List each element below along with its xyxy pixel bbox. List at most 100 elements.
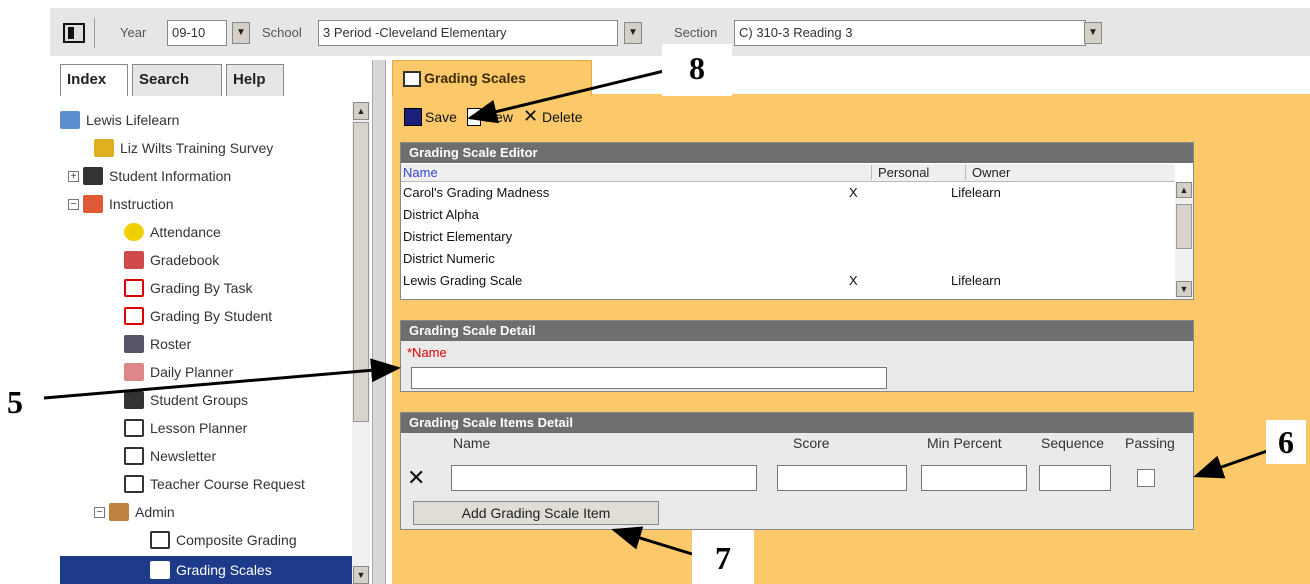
delete-x-icon: ✕ (522, 106, 539, 126)
pane-divider[interactable] (372, 60, 386, 584)
item-passing-checkbox[interactable] (1137, 469, 1155, 487)
year-select[interactable]: 09-10 (167, 20, 227, 46)
table-row[interactable]: District Numeric (403, 251, 1173, 269)
calendar-icon (124, 363, 144, 381)
editor-column-header: Name Personal Owner (401, 164, 1175, 182)
expand-icon[interactable]: + (68, 170, 79, 182)
year-label: Year (120, 25, 147, 40)
scroll-down-icon[interactable]: ▼ (353, 566, 369, 584)
tree-item-lesson-planner[interactable]: Lesson Planner (124, 416, 247, 440)
tree-item-teacher-course-request[interactable]: Teacher Course Request (124, 472, 305, 496)
column-personal[interactable]: Personal (871, 165, 929, 180)
action-bar: Save New ✕ Delete (404, 106, 593, 127)
callout-5: 5 (0, 380, 30, 420)
detail-title: Grading Scale Detail (401, 321, 1193, 341)
scrollbar-thumb[interactable] (1176, 204, 1192, 249)
pencil-note-icon (124, 447, 144, 465)
instruction-icon (83, 195, 103, 213)
roster-icon (124, 335, 144, 353)
tab-search[interactable]: Search (132, 64, 222, 96)
tree-item-grading-by-student[interactable]: Grading By Student (124, 304, 272, 328)
item-score-label: Score (793, 435, 830, 451)
item-name-label: Name (453, 435, 491, 451)
item-name-input[interactable] (451, 465, 757, 491)
grade-a-icon (124, 307, 144, 325)
item-score-input[interactable] (777, 465, 907, 491)
nav-scrollbar[interactable]: ▲ ▼ (352, 102, 370, 584)
new-button[interactable]: New (466, 107, 513, 126)
gradebook-icon (124, 251, 144, 269)
tree-item-grading-by-task[interactable]: Grading By Task (124, 276, 252, 300)
table-row[interactable]: District Elementary (403, 229, 1173, 247)
editor-title: Grading Scale Editor (401, 143, 1193, 163)
tree-item-daily-planner[interactable]: Daily Planner (124, 360, 233, 384)
navigation-tree: Lewis Lifelearn Liz Wilts Training Surve… (60, 102, 370, 584)
tab-index[interactable]: Index (60, 64, 128, 96)
item-sequence-label: Sequence (1041, 435, 1105, 451)
pencil-note-icon (150, 561, 170, 579)
section-dropdown-icon[interactable]: ▼ (1084, 22, 1102, 44)
scale-name-input[interactable] (411, 367, 887, 389)
name-label: *Name (407, 345, 447, 360)
delete-item-x-icon[interactable]: ✕ (407, 465, 425, 491)
editor-scrollbar[interactable]: ▲ ▼ (1175, 182, 1193, 299)
column-name[interactable]: Name (403, 165, 438, 180)
pencil-note-icon (124, 419, 144, 437)
admin-icon (109, 503, 129, 521)
scrollbar-thumb[interactable] (353, 122, 369, 422)
new-document-icon (466, 107, 481, 126)
table-row[interactable]: Lewis Grading Scale X Lifelearn (403, 273, 1173, 291)
toolbar-separator (94, 18, 95, 48)
school-label: School (262, 25, 302, 40)
section-label: Section (674, 25, 718, 40)
item-passing-label: Passing (1125, 435, 1175, 451)
tree-item-composite-grading[interactable]: Composite Grading (150, 528, 297, 552)
panel-toggle-icon[interactable] (63, 23, 85, 43)
school-dropdown-icon[interactable]: ▼ (624, 22, 642, 44)
callout-6: 6 (1266, 420, 1306, 464)
group-icon (124, 391, 144, 409)
tree-item-gradebook[interactable]: Gradebook (124, 248, 219, 272)
tab-help[interactable]: Help (226, 64, 284, 96)
collapse-icon[interactable]: − (94, 506, 105, 518)
tree-item-admin[interactable]: − Admin (94, 500, 175, 524)
district-icon (60, 111, 80, 129)
tree-item-attendance[interactable]: Attendance (124, 220, 221, 244)
items-title: Grading Scale Items Detail (401, 413, 1193, 433)
pencil-note-icon (403, 71, 421, 88)
callout-8: 8 (662, 44, 732, 96)
add-grading-scale-item-button[interactable]: Add Grading Scale Item (413, 501, 659, 525)
pencil-note-icon (150, 531, 170, 549)
sun-icon (124, 223, 144, 241)
table-row[interactable]: District Alpha (403, 207, 1173, 225)
grade-a-icon (124, 279, 144, 297)
tree-item-student-information[interactable]: + Student Information (68, 164, 231, 188)
tree-item-lewis-lifelearn[interactable]: Lewis Lifelearn (60, 108, 179, 132)
collapse-icon[interactable]: − (68, 198, 79, 210)
school-select[interactable]: 3 Period -Cleveland Elementary (318, 20, 618, 46)
item-sequence-input[interactable] (1039, 465, 1111, 491)
column-owner[interactable]: Owner (965, 165, 1010, 180)
tree-item-survey[interactable]: Liz Wilts Training Survey (94, 136, 273, 160)
scroll-up-icon[interactable]: ▲ (353, 102, 369, 120)
tree-item-newsletter[interactable]: Newsletter (124, 444, 216, 468)
pencil-note-icon (124, 475, 144, 493)
scroll-down-icon[interactable]: ▼ (1176, 281, 1192, 297)
section-select[interactable]: C) 310-3 Reading 3 (734, 20, 1086, 46)
table-row[interactable]: Carol's Grading Madness X Lifelearn (403, 185, 1173, 203)
item-min-percent-label: Min Percent (927, 435, 1002, 451)
delete-button[interactable]: ✕ Delete (523, 106, 583, 127)
tab-grading-scales[interactable]: Grading Scales (392, 60, 592, 96)
tree-item-roster[interactable]: Roster (124, 332, 191, 356)
callout-7: 7 (692, 530, 754, 584)
grading-scale-items-detail: Grading Scale Items Detail Name Score Mi… (400, 412, 1194, 530)
floppy-disk-icon (404, 107, 422, 126)
grading-scale-editor: Grading Scale Editor Name Personal Owner… (400, 142, 1194, 300)
scroll-up-icon[interactable]: ▲ (1176, 182, 1192, 198)
save-button[interactable]: Save (404, 107, 457, 126)
tree-item-grading-scales[interactable]: Grading Scales (60, 556, 352, 584)
item-min-percent-input[interactable] (921, 465, 1027, 491)
tree-item-instruction[interactable]: − Instruction (68, 192, 174, 216)
year-dropdown-icon[interactable]: ▼ (232, 22, 250, 44)
tree-item-student-groups[interactable]: Student Groups (124, 388, 248, 412)
